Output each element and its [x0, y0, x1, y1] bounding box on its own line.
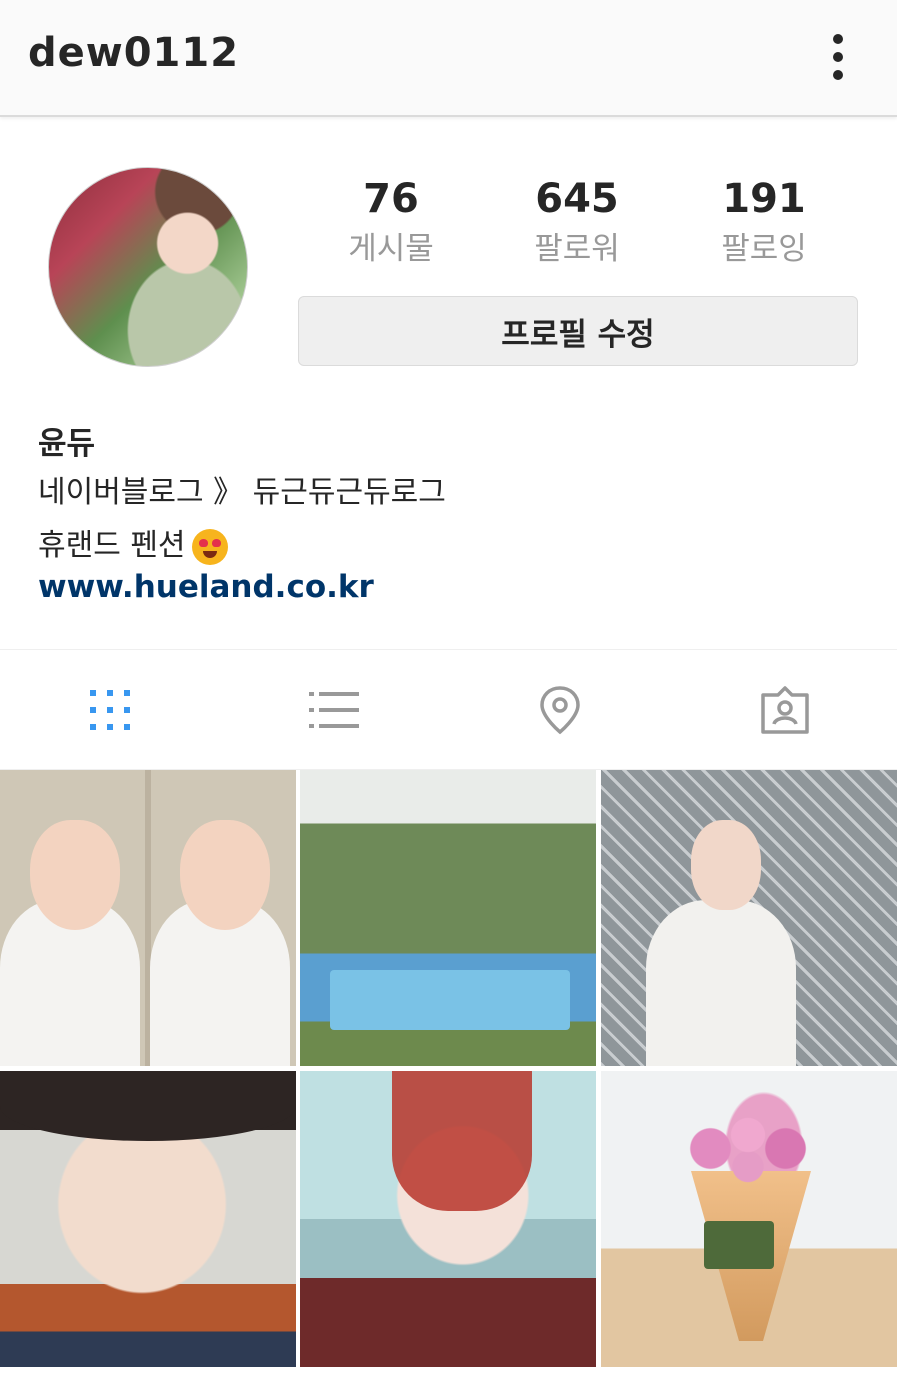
following-count-value: 191 [722, 176, 806, 222]
top-bar: dew0112 [0, 0, 897, 117]
list-view-tab[interactable] [309, 685, 361, 735]
profile-name: 윤듀 [38, 426, 96, 462]
post-thumbnail[interactable] [601, 770, 897, 1066]
grid-icon [90, 690, 130, 730]
avatar[interactable] [48, 167, 248, 367]
post-thumbnail[interactable] [0, 1071, 296, 1367]
more-vertical-icon[interactable] [818, 30, 858, 84]
tagged-tab[interactable] [759, 685, 811, 735]
post-thumbnail[interactable] [601, 1071, 897, 1367]
edit-profile-button[interactable]: 프로필 수정 [298, 296, 858, 366]
grid-view-tab[interactable] [84, 685, 136, 735]
profile-tabs [0, 649, 897, 770]
posts-grid [0, 770, 897, 1375]
bio-line-2-text: 휴랜드 펜션 [38, 528, 186, 563]
username-title: dew0112 [28, 30, 240, 76]
list-icon [309, 692, 359, 728]
location-tab[interactable] [534, 685, 586, 735]
bio-line-2: 휴랜드 펜션 [38, 520, 228, 565]
posts-count: 76 게시물 [306, 175, 476, 271]
following-count-label: 팔로잉 [721, 231, 807, 267]
followers-count-label: 팔로워 [534, 231, 620, 267]
post-thumbnail[interactable] [300, 1071, 596, 1367]
followers-count[interactable]: 645 팔로워 [492, 175, 662, 271]
following-count[interactable]: 191 팔로잉 [679, 175, 849, 271]
bio-line-1: 네이버블로그 》 듀근듀근듀로그 [38, 475, 446, 510]
tagged-icon [761, 686, 809, 734]
heart-eyes-emoji-icon [191, 528, 228, 565]
posts-count-label: 게시물 [348, 231, 434, 267]
posts-count-value: 76 [363, 176, 419, 222]
post-thumbnail[interactable] [300, 770, 596, 1066]
website-link[interactable]: www.hueland.co.kr [38, 569, 374, 605]
post-thumbnail[interactable] [0, 770, 296, 1066]
location-pin-icon [540, 686, 580, 735]
followers-count-value: 645 [535, 176, 619, 222]
